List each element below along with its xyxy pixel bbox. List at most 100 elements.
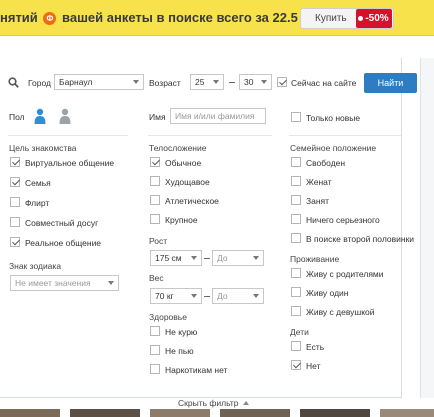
health-checkbox[interactable] <box>150 345 160 355</box>
family-label: Свободен <box>306 158 346 168</box>
profile-photo[interactable] <box>300 409 370 417</box>
weight-from-select[interactable]: 70 кг <box>150 288 202 304</box>
chevron-down-icon <box>253 294 259 298</box>
promo-text-end: вашей анкеты в поиске всего за 22.5 ФМ! <box>62 10 328 25</box>
chevron-down-icon <box>261 80 267 84</box>
goal-header: Цель знакомства <box>9 143 77 153</box>
chevron-down-icon <box>253 256 259 260</box>
divider <box>148 135 272 136</box>
kids-header: Дети <box>290 327 309 337</box>
page-edge <box>420 58 434 398</box>
goal-label: Совместный досуг <box>25 218 99 228</box>
zodiac-select[interactable]: Не имеет значения <box>10 275 119 291</box>
promo-banner: нятий Ф вашей анкеты в поиске всего за 2… <box>0 0 434 36</box>
discount-badge: -50% <box>356 9 392 28</box>
goal-label: Виртуальное общение <box>25 158 115 168</box>
find-button[interactable]: Найти <box>364 73 417 93</box>
living-checkbox[interactable] <box>291 287 301 297</box>
age-label: Возраст <box>149 78 181 88</box>
living-label: Живу с родителями <box>306 269 384 279</box>
search-icon <box>8 77 19 88</box>
chevron-down-icon <box>133 80 139 84</box>
goal-checkbox[interactable] <box>10 217 20 227</box>
family-header: Семейное положение <box>290 143 377 153</box>
profile-photo[interactable] <box>220 409 290 417</box>
kids-checkbox[interactable] <box>291 360 301 370</box>
family-checkbox[interactable] <box>291 214 301 224</box>
zodiac-header: Знак зодиака <box>9 261 62 271</box>
city-select[interactable]: Барнаул <box>54 74 144 90</box>
body-checkbox[interactable] <box>150 157 160 167</box>
height-to-select[interactable]: До <box>212 250 264 266</box>
zodiac-value: Не имеет значения <box>15 278 91 288</box>
height-to-value: До <box>217 253 228 263</box>
body-label: Атлетическое <box>165 196 219 206</box>
weight-header: Вес <box>149 273 164 283</box>
chevron-up-icon <box>243 401 250 405</box>
living-checkbox[interactable] <box>291 268 301 278</box>
hide-filter-toggle[interactable]: Скрыть фильтр <box>178 398 250 408</box>
health-checkbox[interactable] <box>150 326 160 336</box>
body-checkbox[interactable] <box>150 214 160 224</box>
height-header: Рост <box>149 236 168 246</box>
body-label: Крупное <box>165 215 198 225</box>
family-label: Ничего серьезного <box>306 215 380 225</box>
health-label: Не пью <box>165 346 194 356</box>
kids-label: Есть <box>306 342 325 352</box>
online-label: Сейчас на сайте <box>291 78 357 88</box>
hide-filter-label: Скрыть фильтр <box>178 398 239 408</box>
body-checkbox[interactable] <box>150 195 160 205</box>
living-label: Живу один <box>306 288 349 298</box>
profile-photo[interactable] <box>0 409 60 417</box>
health-label: Не курю <box>165 327 198 337</box>
family-checkbox[interactable] <box>291 157 301 167</box>
divider <box>289 135 401 136</box>
profile-photo[interactable] <box>150 409 210 417</box>
range-dash <box>204 258 210 259</box>
living-label: Живу с девушкой <box>306 307 375 317</box>
family-label: Занят <box>306 196 330 206</box>
online-checkbox[interactable] <box>277 77 287 87</box>
name-label: Имя <box>149 112 166 122</box>
goal-label: Флирт <box>25 198 50 208</box>
goal-checkbox[interactable] <box>10 197 20 207</box>
male-icon[interactable] <box>33 108 47 124</box>
health-header: Здоровье <box>149 312 187 322</box>
name-placeholder: Имя и/или фамилия <box>175 111 255 121</box>
weight-to-select[interactable]: До <box>212 288 264 304</box>
female-icon[interactable] <box>58 108 72 124</box>
living-checkbox[interactable] <box>291 306 301 316</box>
only-new-label: Только новые <box>306 113 361 123</box>
kids-label: Нет <box>306 361 321 371</box>
living-header: Проживание <box>290 254 340 264</box>
family-checkbox[interactable] <box>291 233 301 243</box>
goal-checkbox[interactable] <box>10 177 20 187</box>
age-from-select[interactable]: 25 <box>190 74 224 90</box>
body-label: Худощавое <box>165 177 210 187</box>
profile-photo[interactable] <box>380 409 434 417</box>
body-label: Обычное <box>165 158 202 168</box>
body-header: Телосложение <box>149 143 207 153</box>
only-new-checkbox[interactable] <box>291 112 301 122</box>
family-checkbox[interactable] <box>291 176 301 186</box>
goal-label: Реальное общение <box>25 238 102 248</box>
kids-checkbox[interactable] <box>291 341 301 351</box>
divider <box>8 135 128 136</box>
fm-coin-icon: Ф <box>43 12 57 25</box>
goal-checkbox[interactable] <box>10 237 20 247</box>
family-checkbox[interactable] <box>291 195 301 205</box>
age-to-select[interactable]: 30 <box>239 74 272 90</box>
goal-checkbox[interactable] <box>10 157 20 167</box>
chevron-down-icon <box>191 294 197 298</box>
weight-from-value: 70 кг <box>155 291 174 301</box>
body-checkbox[interactable] <box>150 176 160 186</box>
city-label: Город <box>28 78 51 88</box>
weight-to-value: До <box>217 291 228 301</box>
gender-label: Пол <box>9 112 25 122</box>
profile-photo[interactable] <box>70 409 140 417</box>
height-from-select[interactable]: 175 см <box>150 250 202 266</box>
range-dash <box>229 82 235 83</box>
city-value: Барнаул <box>59 77 93 87</box>
health-checkbox[interactable] <box>150 364 160 374</box>
name-input[interactable]: Имя и/или фамилия <box>170 108 266 124</box>
